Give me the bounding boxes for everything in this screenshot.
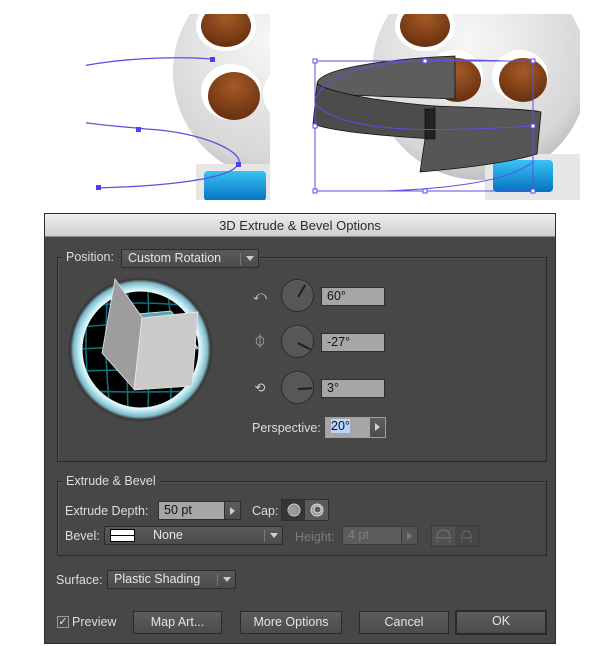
rotate-z-axis-icon: ⟲ xyxy=(254,380,266,395)
rotation-trackball[interactable] xyxy=(68,277,213,422)
bevel-select-value: None xyxy=(153,528,183,542)
extrude-depth-stepper[interactable] xyxy=(225,501,241,520)
map-art-button[interactable]: Map Art... xyxy=(133,611,222,634)
film-reel-path-art xyxy=(86,14,270,200)
extrude-depth-value: 50 pt xyxy=(164,503,192,517)
extrude-depth-label: Extrude Depth: xyxy=(65,504,149,518)
dial-hand xyxy=(297,284,306,298)
position-select[interactable]: Custom Rotation xyxy=(121,249,259,268)
bevel-select[interactable]: None xyxy=(104,526,283,545)
z-axis-value: 3° xyxy=(327,381,339,395)
z-axis-dial[interactable] xyxy=(281,371,314,404)
x-axis-dial[interactable] xyxy=(281,279,314,312)
select-separator xyxy=(264,530,265,542)
dialog-title: 3D Extrude & Bevel Options xyxy=(45,214,555,237)
ok-button[interactable]: OK xyxy=(455,610,547,635)
surface-select-value: Plastic Shading xyxy=(114,572,201,586)
preview-label[interactable]: Preview xyxy=(72,615,116,629)
bevel-preview-swatch xyxy=(110,529,135,542)
bevel-extent-in-icon xyxy=(461,530,472,542)
cap-label: Cap: xyxy=(252,504,279,518)
chevron-right-icon xyxy=(375,423,380,431)
dial-hand xyxy=(297,342,311,350)
dial-hand xyxy=(297,387,313,390)
bevel-height-value: 4 pt xyxy=(348,528,369,542)
bevel-extent-toggle xyxy=(431,525,479,547)
cancel-button[interactable]: Cancel xyxy=(359,611,449,634)
preview-checkbox[interactable]: ✓ xyxy=(57,616,69,628)
extrude-bevel-dialog: 3D Extrude & Bevel Options Position: Cus… xyxy=(44,213,556,644)
chevron-down-icon xyxy=(270,533,278,538)
bevel-height-stepper[interactable] xyxy=(402,526,418,545)
position-select-value: Custom Rotation xyxy=(128,251,222,265)
rotate-x-axis-icon: ⤺ xyxy=(253,288,267,303)
surface-select[interactable]: Plastic Shading xyxy=(107,570,236,589)
chevron-right-icon xyxy=(407,532,412,540)
screenshot-stage: 3D Extrude & Bevel Options Position: Cus… xyxy=(0,0,600,664)
y-axis-rotation-field[interactable]: -27° xyxy=(321,333,385,352)
cap-on-icon xyxy=(287,503,301,517)
x-axis-rotation-field[interactable]: 60° xyxy=(321,287,385,306)
perspective-field[interactable]: 20° xyxy=(326,418,370,437)
cap-toggle xyxy=(281,499,329,521)
bevel-height-field[interactable]: 4 pt xyxy=(342,526,402,545)
extrude-bevel-legend: Extrude & Bevel xyxy=(62,474,160,488)
extrude-depth-field[interactable]: 50 pt xyxy=(158,501,225,520)
illustration-film-reel-path xyxy=(86,14,270,200)
perspective-stepper[interactable] xyxy=(370,418,385,437)
cap-off-icon xyxy=(310,503,324,517)
perspective-value: 20° xyxy=(331,419,350,433)
bevel-extent-out-icon xyxy=(436,529,451,542)
x-axis-value: 60° xyxy=(327,289,346,303)
illustration-3d-ribbon xyxy=(305,14,580,200)
chevron-down-icon xyxy=(246,256,254,261)
cap-on-button[interactable] xyxy=(282,500,305,520)
y-axis-value: -27° xyxy=(327,335,351,349)
select-separator xyxy=(240,253,241,265)
bevel-extent-in-button[interactable] xyxy=(455,526,478,546)
bevel-height-label: Height: xyxy=(295,530,335,544)
chevron-down-icon xyxy=(223,577,231,582)
cap-off-button[interactable] xyxy=(305,500,328,520)
y-axis-dial[interactable] xyxy=(281,325,314,358)
z-axis-rotation-field[interactable]: 3° xyxy=(321,379,385,398)
surface-label: Surface: xyxy=(56,573,103,587)
bevel-extent-out-button[interactable] xyxy=(432,526,455,546)
perspective-label: Perspective: xyxy=(252,421,321,435)
bevel-label: Bevel: xyxy=(65,529,100,543)
position-label: Position: xyxy=(62,250,118,264)
chevron-right-icon xyxy=(230,507,235,515)
rotate-y-axis-icon: ⏀ xyxy=(253,334,267,349)
select-separator xyxy=(217,574,218,586)
extruded-ribbon-art xyxy=(312,14,580,200)
blue-screen xyxy=(204,171,266,200)
more-options-button[interactable]: More Options xyxy=(240,611,342,634)
